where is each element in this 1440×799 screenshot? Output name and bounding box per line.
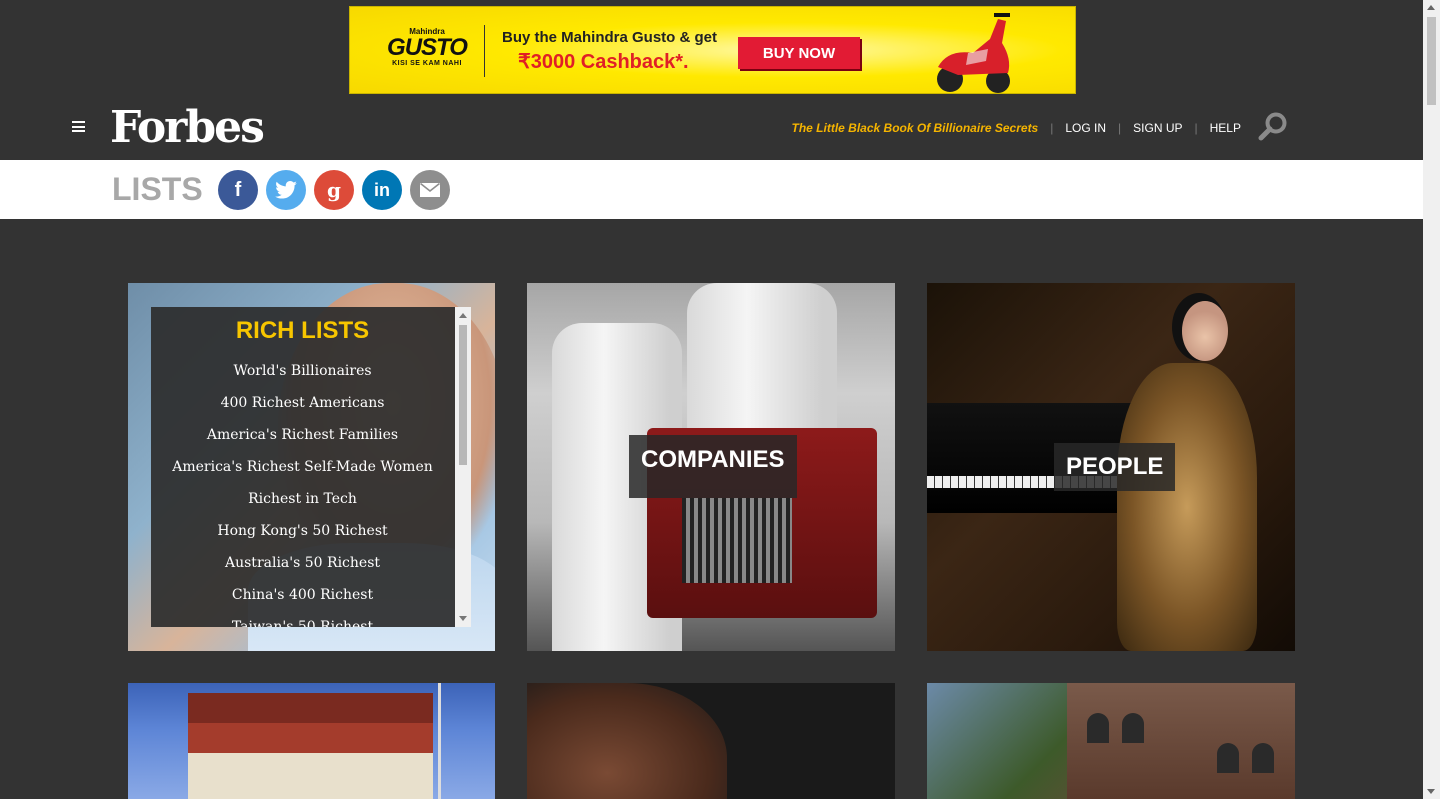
- rich-lists-title: RICH LISTS: [235, 317, 370, 344]
- rich-list-item[interactable]: America's Richest Families: [151, 419, 454, 451]
- nav-separator: |: [1118, 121, 1122, 135]
- email-share-icon[interactable]: [410, 170, 450, 210]
- people-label: PEOPLE: [1054, 443, 1176, 491]
- rich-list-item[interactable]: China's 400 Richest: [151, 579, 454, 611]
- facade-image: [188, 753, 433, 799]
- window-image: [1122, 713, 1144, 743]
- page-title: LISTS: [112, 171, 203, 207]
- companies-tile[interactable]: COMPANIES: [527, 283, 895, 651]
- promo-link[interactable]: The Little Black Book Of Billionaire Sec…: [792, 121, 1039, 135]
- scroll-down-arrow-icon[interactable]: [459, 616, 467, 621]
- truck-grille-image: [682, 498, 792, 583]
- person-head-image: [1182, 301, 1228, 361]
- hamburger-menu-icon[interactable]: [72, 121, 85, 132]
- rich-lists-tile[interactable]: RICH LISTS World's Billionaires 400 Rich…: [128, 283, 495, 651]
- linkedin-share-icon[interactable]: in: [362, 170, 402, 210]
- ad-buy-now-button[interactable]: BUY NOW: [738, 37, 860, 69]
- rich-lists-scrollbar[interactable]: [455, 307, 471, 627]
- login-link[interactable]: LOG IN: [1065, 121, 1106, 135]
- roof-image: [188, 693, 433, 723]
- window-image: [1252, 743, 1274, 773]
- rich-list-item[interactable]: Richest in Tech: [151, 483, 454, 515]
- ad-divider: [484, 25, 485, 77]
- people-tile[interactable]: PEOPLE: [927, 283, 1295, 651]
- ad-brand-name: GUSTO: [387, 34, 468, 61]
- page-scroll-up-icon[interactable]: [1427, 5, 1435, 10]
- rich-list-item[interactable]: Hong Kong's 50 Richest: [151, 515, 454, 547]
- lists-bar: LISTS f g in: [0, 160, 1423, 219]
- ad-brand-logo: Mahindra GUSTO KISI SE KAM NAHI: [384, 27, 470, 67]
- ad-headline: Buy the Mahindra Gusto & get: [502, 29, 718, 46]
- person-image: [1117, 363, 1257, 651]
- rich-lists-panel: RICH LISTS World's Billionaires 400 Rich…: [151, 307, 471, 627]
- twitter-bird-icon: [275, 181, 297, 199]
- twitter-share-icon[interactable]: [266, 170, 306, 210]
- rich-list-item[interactable]: America's Richest Self-Made Women: [151, 451, 454, 483]
- envelope-icon: [420, 183, 440, 197]
- ad-brand-tagline: KISI SE KAM NAHI: [392, 60, 462, 67]
- nav-separator: |: [1050, 121, 1054, 135]
- rich-list-item[interactable]: Australia's 50 Richest: [151, 547, 454, 579]
- scroll-thumb[interactable]: [459, 325, 467, 465]
- scooter-image: [937, 13, 1010, 93]
- facebook-share-icon[interactable]: f: [218, 170, 258, 210]
- page-scroll-thumb[interactable]: [1427, 17, 1436, 105]
- places-tile[interactable]: [128, 683, 495, 799]
- search-icon[interactable]: [1257, 111, 1289, 143]
- window-image: [1087, 713, 1109, 743]
- sports-tile[interactable]: [527, 683, 895, 799]
- signup-link[interactable]: SIGN UP: [1133, 121, 1182, 135]
- help-link[interactable]: HELP: [1210, 121, 1241, 135]
- forbes-logo[interactable]: Forbes: [110, 102, 265, 153]
- page-scrollbar[interactable]: [1423, 0, 1440, 799]
- header-nav: The Little Black Book Of Billionaire Sec…: [792, 121, 1242, 135]
- nav-separator: |: [1194, 121, 1198, 135]
- ad-banner[interactable]: Mahindra GUSTO KISI SE KAM NAHI Buy the …: [349, 6, 1076, 94]
- scroll-up-arrow-icon[interactable]: [459, 313, 467, 318]
- mast-image: [438, 683, 441, 799]
- page-scroll-down-icon[interactable]: [1427, 789, 1435, 794]
- companies-label: COMPANIES: [629, 435, 797, 498]
- site-header: Forbes The Little Black Book Of Billiona…: [0, 100, 1423, 160]
- google-plus-share-icon[interactable]: g: [314, 170, 354, 210]
- rich-list-item[interactable]: Taiwan's 50 Richest: [151, 611, 454, 627]
- rich-lists-menu: World's Billionaires 400 Richest America…: [151, 355, 454, 627]
- education-tile[interactable]: [927, 683, 1295, 799]
- rich-list-item[interactable]: 400 Richest Americans: [151, 387, 454, 419]
- rich-list-item[interactable]: World's Billionaires: [151, 355, 454, 387]
- window-image: [1217, 743, 1239, 773]
- ad-offer: ₹3000 Cashback*.: [518, 51, 689, 73]
- athlete-image: [527, 683, 727, 799]
